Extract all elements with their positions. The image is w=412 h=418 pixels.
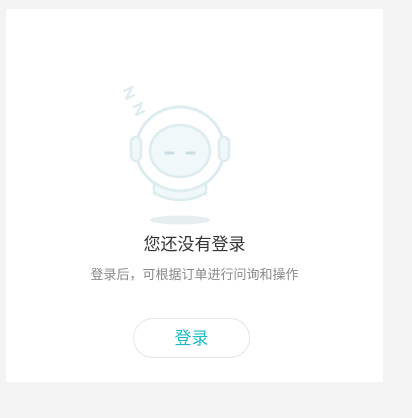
sleeping-robot-icon: [122, 85, 231, 225]
robot-head: [129, 105, 231, 202]
empty-state-card: 您还没有登录 登录后，可根据订单进行问询和操作 登录: [6, 9, 383, 382]
sleep-z-icon: [122, 85, 146, 117]
empty-state-title: 您还没有登录: [143, 235, 246, 255]
robot-shadow: [150, 215, 210, 225]
login-button[interactable]: 登录: [133, 318, 250, 358]
empty-state-description: 登录后，可根据订单进行问询和操作: [90, 268, 299, 283]
